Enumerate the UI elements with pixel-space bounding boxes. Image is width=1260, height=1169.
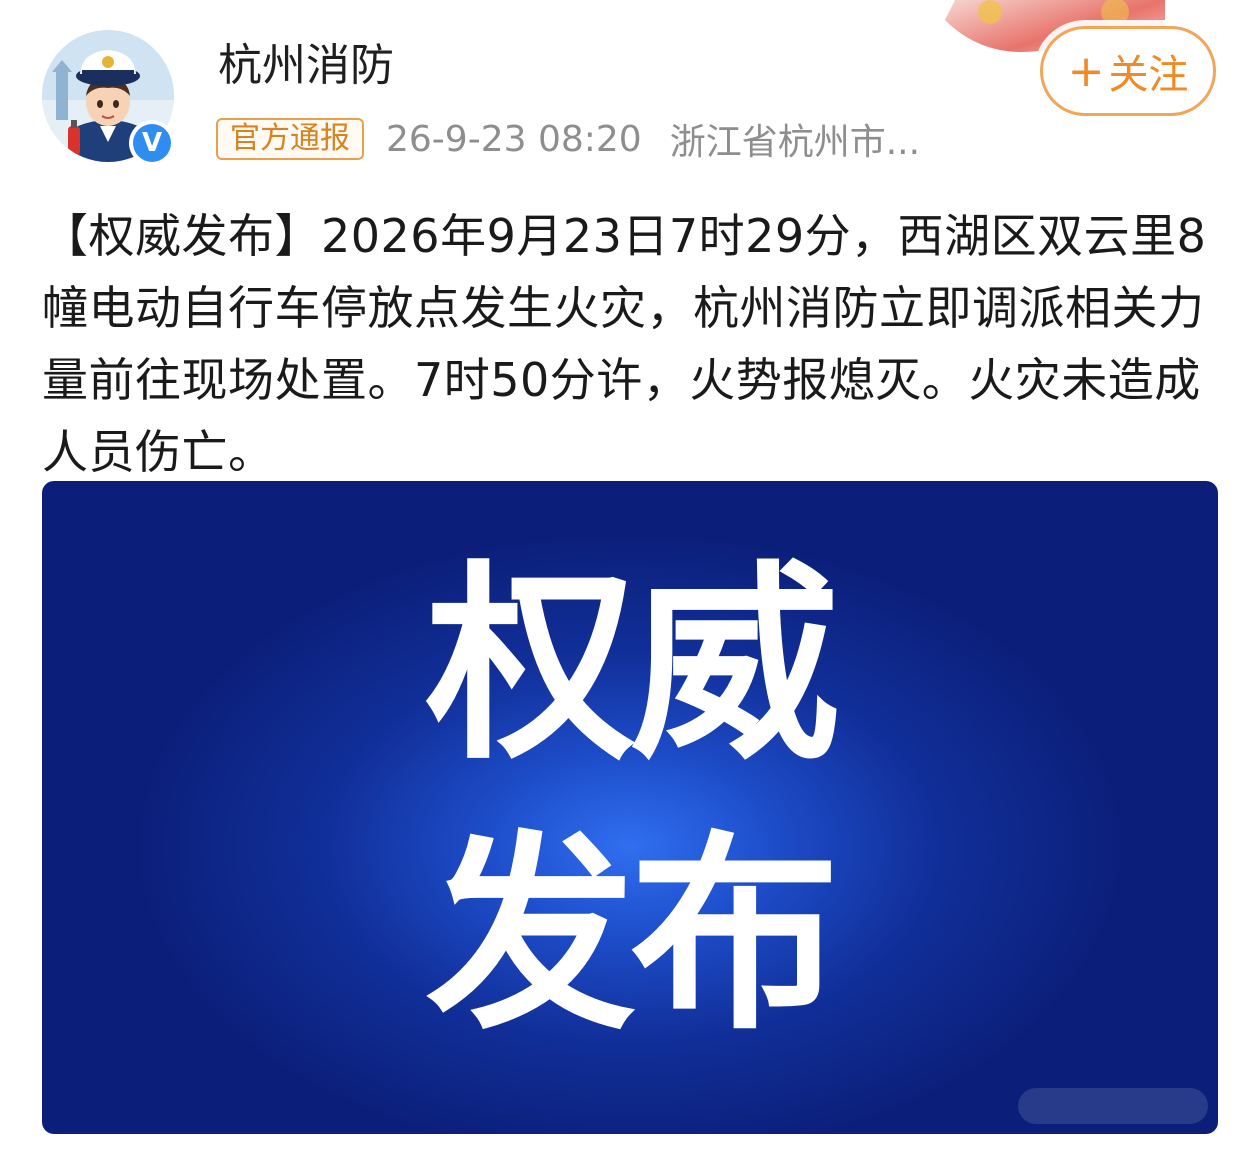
watermark (1018, 1088, 1208, 1124)
verified-mark: V (133, 124, 171, 162)
post-location: 浙江省杭州市... (669, 122, 921, 163)
follow-button[interactable]: + 关注 (1040, 26, 1216, 116)
official-report-tag: 官方通报 (216, 118, 364, 160)
post-image[interactable]: 权威 发布 (42, 481, 1218, 1134)
account-name[interactable]: 杭州消防 (218, 36, 394, 96)
banner-title-line-2: 发布 (425, 813, 840, 1058)
verified-badge-icon: V (129, 120, 175, 166)
post-body-text: 【权威发布】2026年9月23日7时29分，西湖区双云里8幢电动自行车停放点发生… (42, 209, 1207, 479)
follow-label: 关注 (1108, 52, 1189, 98)
post-meta: 官方通报 26-9-23 08:20 浙江省杭州市... (216, 116, 921, 163)
plus-icon: + (1067, 45, 1105, 97)
post-timestamp: 26-9-23 08:20 (386, 118, 642, 160)
banner-title-line-1: 权威 (425, 543, 840, 788)
